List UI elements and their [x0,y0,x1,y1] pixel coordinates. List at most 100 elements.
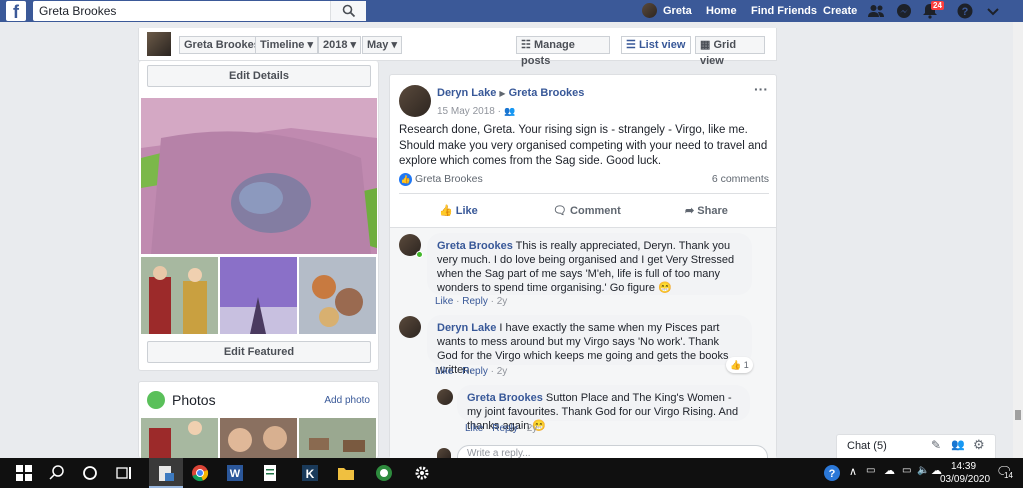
task-view-icon[interactable] [114,463,134,483]
post-author-avatar[interactable] [399,85,431,117]
comment-age[interactable]: 2y [497,366,508,377]
clock-time[interactable]: 14:39 [951,461,976,472]
triangle-right-icon: ▶ [499,89,506,98]
post-meta: 15 May 2018 · 👥 [437,103,516,117]
help-tray-icon[interactable]: ? [822,463,842,483]
chevron-down-icon: ▾ [391,39,397,51]
timeline-select-label: Timeline [260,39,305,51]
comment-age[interactable]: 2y [497,296,508,307]
profile-thumbnail[interactable] [147,32,171,56]
post-header: Deryn Lake ▶ Greta Brookes [437,87,584,99]
share-arrow-icon: ➦ [685,205,695,217]
profile-select[interactable]: Greta Brookes [179,36,265,54]
folder-icon[interactable] [336,463,356,483]
search-button[interactable] [330,1,366,21]
file-explorer-app-icon[interactable] [156,463,176,483]
year-select[interactable]: 2018 ▾ [318,36,362,54]
like-button[interactable]: 👍 Like [439,204,478,217]
photo-thumb-costumes[interactable] [141,418,218,458]
help-icon[interactable]: ? [957,3,973,19]
photo-thumb-animals[interactable] [299,418,376,458]
search-input[interactable]: Greta Brookes [39,4,116,18]
show-hidden-icons-chevron-icon[interactable]: ∧ [849,465,857,478]
edit-featured-button[interactable]: Edit Featured [147,341,371,363]
clock-date[interactable]: 03/09/2020 [940,474,990,485]
photos-title[interactable]: Photos [172,392,216,408]
month-select-label: May [367,39,389,51]
profile-select-label: Greta Brookes [184,39,260,51]
reply-author[interactable]: Greta Brookes [467,392,543,404]
photo-thumb-selfie[interactable] [220,418,297,458]
post-author-name[interactable]: Deryn Lake [437,87,496,99]
comment-reply-link[interactable]: Reply [462,296,488,307]
reply-reply-link[interactable]: Reply [492,423,518,434]
comment-reaction-badge[interactable]: 👍 1 [726,357,753,373]
comment-author[interactable]: Greta Brookes [437,240,513,252]
comment-actions: Like · Reply · 2y [435,366,508,377]
post-body: Research done, Greta. Your rising sign i… [399,124,768,167]
timeline-select[interactable]: Timeline ▾ [255,36,319,54]
comment-reply-link[interactable]: Reply [462,366,488,377]
reactor-name[interactable]: Greta Brookes [415,173,483,185]
list-view-button[interactable]: ☰ List view [621,36,691,54]
manage-posts-button[interactable]: ☷ Manage posts [516,36,610,67]
svg-text:W: W [230,468,241,480]
profile-avatar[interactable] [642,3,657,18]
tray-app-icon[interactable]: ▭ [866,465,875,476]
post-target-name[interactable]: Greta Brookes [509,87,585,99]
featured-photo-costumes[interactable] [141,257,218,334]
profile-link[interactable]: Greta [663,5,692,17]
volume-icon[interactable]: 🔈 [917,465,929,476]
comment-avatar[interactable] [399,316,421,338]
search-box[interactable]: Greta Brookes [33,1,366,21]
page-scrollbar[interactable] [1013,22,1023,458]
chat-settings-icon[interactable]: ⚙ [973,437,985,453]
comment-bubble: Greta Brookes This is really appreciated… [427,233,752,295]
grid-view-button[interactable]: ▦ Grid view [695,36,765,67]
compose-icon[interactable]: ✎ [931,438,941,452]
word-icon[interactable]: W [225,463,245,483]
green-app-icon[interactable] [374,463,394,483]
onedrive-cloud-icon[interactable]: ☁ [884,464,895,477]
month-select[interactable]: May ▾ [362,36,402,54]
add-photo-link[interactable]: Add photo [324,395,370,406]
share-button[interactable]: ➦ Share [685,204,728,217]
comment-like-link[interactable]: Like [435,296,453,307]
app-k-icon[interactable]: K [300,463,320,483]
scrollbar-thumb[interactable] [1015,410,1021,420]
home-link[interactable]: Home [706,5,737,17]
action-center-button[interactable]: 🗨 14 [996,464,1014,482]
comment-author[interactable]: Deryn Lake [437,322,496,334]
reply-like-link[interactable]: Like [465,423,483,434]
settings-gear-icon[interactable] [412,463,432,483]
reply-input[interactable]: Write a reply... [457,445,768,459]
document-app-icon[interactable] [260,463,280,483]
comments-count[interactable]: 6 comments [712,173,769,185]
comment-like-link[interactable]: Like [435,366,453,377]
post-options-icon[interactable]: ··· [754,81,768,97]
search-icon[interactable] [47,463,67,483]
post-date[interactable]: 15 May 2018 · [437,106,501,117]
friend-requests-icon[interactable] [868,3,884,19]
featured-photo-lavender[interactable] [220,257,297,334]
chrome-icon[interactable] [190,463,210,483]
cortana-icon[interactable] [80,463,100,483]
manage-posts-icon: ☷ [521,39,531,51]
facebook-logo-icon[interactable]: f [6,1,26,21]
photos-card: Photos Add photo [138,381,379,458]
featured-photo-flowers[interactable] [299,257,376,334]
chat-tab[interactable]: Chat (5) ✎ 👥 ⚙ [836,434,996,458]
edit-details-button[interactable]: Edit Details [147,65,371,87]
windows-start-icon[interactable] [14,463,34,483]
messenger-icon[interactable] [896,3,912,19]
battery-icon[interactable]: ▭ [902,465,911,476]
group-chat-icon[interactable]: 👥 [951,438,965,451]
reply-age[interactable]: 2y [527,423,538,434]
find-friends-link[interactable]: Find Friends [751,5,817,17]
create-link[interactable]: Create [823,5,857,17]
account-menu-chevron-icon[interactable] [985,3,1001,19]
reply-avatar[interactable] [437,389,453,405]
comment-button[interactable]: 🗨 Comment [553,204,621,217]
year-select-label: 2018 [323,39,348,51]
featured-photo-knitting[interactable] [141,98,377,254]
